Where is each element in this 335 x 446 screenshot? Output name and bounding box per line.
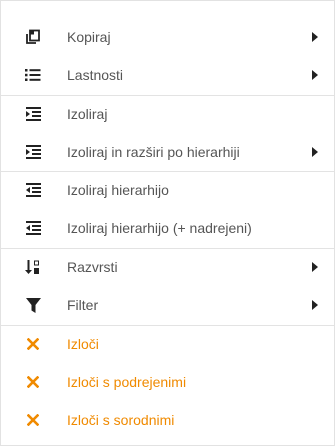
- menu-item-label: Izoliraj hierarhijo: [67, 182, 169, 198]
- menu-item-sort[interactable]: Razvrsti: [1, 248, 334, 286]
- menu-item-label: Izloči: [67, 336, 99, 352]
- menu-item-label: Lastnosti: [67, 67, 124, 83]
- close-icon: [24, 335, 42, 353]
- sort-icon: [24, 258, 42, 276]
- outdent-icon: [24, 219, 42, 237]
- menu-item-label: Izoliraj in razširi po hierarhiji: [67, 144, 240, 160]
- menu-item-exclude[interactable]: Izloči: [1, 325, 334, 363]
- close-icon: [24, 411, 42, 429]
- menu-item-label: Izoliraj: [67, 106, 108, 122]
- menu-item-exclude-children[interactable]: Izloči s podrejenimi: [1, 363, 334, 401]
- menu-item-isolate-expand[interactable]: Izoliraj in razširi po hierarhiji: [1, 133, 334, 171]
- submenu-arrow-icon: [312, 32, 318, 42]
- menu-item-label: Izoliraj hierarhijo (+ nadrejeni): [67, 220, 252, 236]
- submenu-arrow-icon: [312, 262, 318, 272]
- menu-item-isolate-hierarchy[interactable]: Izoliraj hierarhijo: [1, 171, 334, 209]
- copy-icon: [24, 28, 42, 46]
- menu-item-label: Kopiraj: [67, 29, 111, 45]
- close-icon: [24, 373, 42, 391]
- list-icon: [24, 66, 42, 84]
- menu-item-isolate[interactable]: Izoliraj: [1, 95, 334, 133]
- menu-item-label: Izloči s podrejenimi: [67, 374, 187, 390]
- indent-icon: [24, 143, 42, 161]
- indent-icon: [24, 105, 42, 123]
- menu-item-copy[interactable]: Kopiraj: [1, 18, 334, 56]
- menu-item-label: Razvrsti: [67, 259, 118, 275]
- filter-icon: [24, 296, 42, 314]
- context-menu: Kopiraj Lastnosti Izoliraj Izoliraj in r…: [0, 0, 335, 446]
- menu-item-label: Izloči s sorodnimi: [67, 412, 175, 428]
- menu-item-filter[interactable]: Filter: [1, 286, 334, 324]
- submenu-arrow-icon: [312, 147, 318, 157]
- menu-item-exclude-siblings[interactable]: Izloči s sorodnimi: [1, 401, 334, 439]
- menu-item-label: Filter: [67, 297, 99, 313]
- submenu-arrow-icon: [312, 300, 318, 310]
- submenu-arrow-icon: [312, 70, 318, 80]
- menu-item-properties[interactable]: Lastnosti: [1, 56, 334, 94]
- menu-item-isolate-hierarchy-parents[interactable]: Izoliraj hierarhijo (+ nadrejeni): [1, 209, 334, 247]
- outdent-icon: [24, 181, 42, 199]
